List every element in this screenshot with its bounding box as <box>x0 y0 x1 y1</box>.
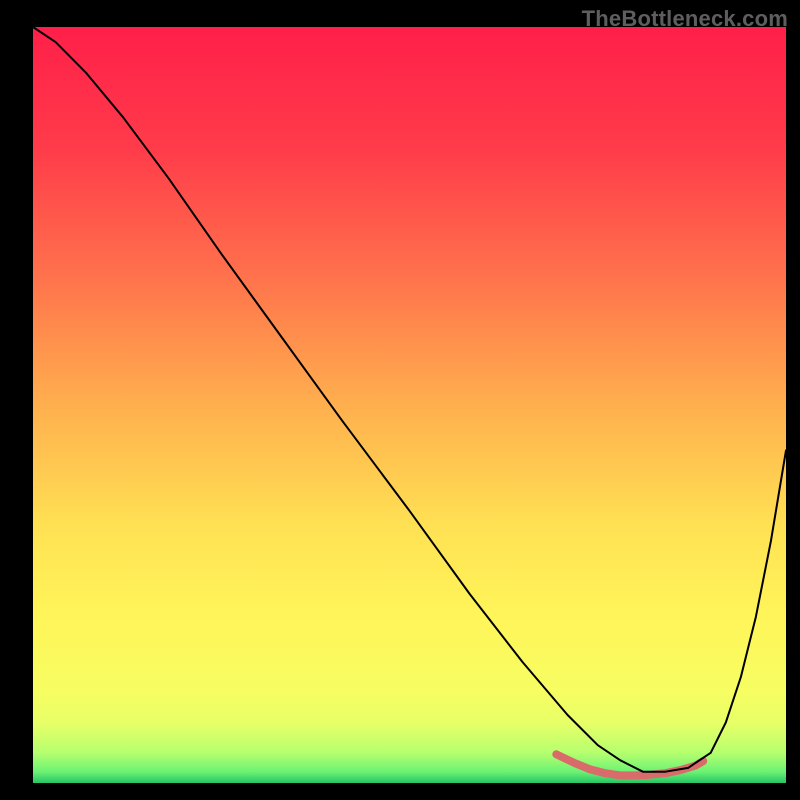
plot-background <box>33 27 786 783</box>
watermark-label: TheBottleneck.com <box>582 6 788 32</box>
bottleneck-chart <box>0 0 800 800</box>
chart-frame: TheBottleneck.com <box>0 0 800 800</box>
